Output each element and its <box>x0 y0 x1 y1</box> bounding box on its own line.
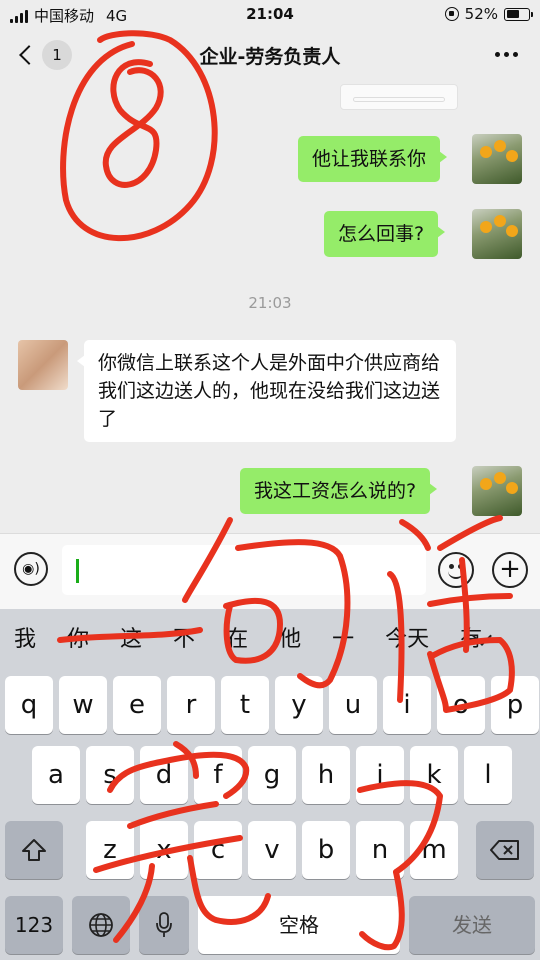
send-key[interactable]: 发送 <box>409 896 535 954</box>
emoji-button[interactable] <box>438 552 474 588</box>
digit-stroke <box>102 59 164 188</box>
backspace-icon <box>490 840 519 860</box>
candidate-word[interactable]: 今天 <box>385 621 429 653</box>
key-o[interactable]: o <box>437 676 485 734</box>
candidate-word[interactable]: 在 <box>226 621 248 653</box>
my-avatar[interactable] <box>472 209 522 259</box>
candidate-word[interactable]: 这 <box>120 621 142 653</box>
key-t[interactable]: t <box>221 676 269 734</box>
candidate-word[interactable]: 一 <box>332 621 354 653</box>
key-a[interactable]: a <box>32 746 80 804</box>
key-f[interactable]: f <box>194 746 242 804</box>
input-bar: ◉) + <box>0 533 540 609</box>
more-options-icon[interactable] <box>495 52 518 57</box>
key-j[interactable]: j <box>356 746 404 804</box>
space-key[interactable]: 空格 <box>198 896 400 954</box>
key-i[interactable]: i <box>383 676 431 734</box>
key-u[interactable]: u <box>329 676 377 734</box>
shift-arrow-icon <box>22 839 46 861</box>
message-bubble-sent[interactable]: 怎么回事? <box>324 211 446 257</box>
keyboard: 我 你 这 不 在 他 一 今天 有 q w e r t y u i o p a… <box>0 609 540 960</box>
dictation-key[interactable] <box>139 896 189 954</box>
text-cursor <box>76 559 79 583</box>
numbers-key[interactable]: 123 <box>5 896 63 954</box>
chat-header: 1 企业-劳务负责人 <box>0 30 540 80</box>
shared-card-preview[interactable] <box>340 84 458 110</box>
message-input[interactable] <box>62 545 426 595</box>
key-g[interactable]: g <box>248 746 296 804</box>
more-functions-button[interactable]: + <box>492 552 528 588</box>
candidate-word[interactable]: 他 <box>279 621 301 653</box>
key-l[interactable]: l <box>464 746 512 804</box>
key-z[interactable]: z <box>86 821 134 879</box>
language-key[interactable] <box>72 896 130 954</box>
message-bubble-sent[interactable]: 我这工资怎么说的? <box>240 468 438 514</box>
my-avatar[interactable] <box>472 466 522 516</box>
message-timestamp: 21:03 <box>248 294 292 312</box>
key-m[interactable]: m <box>410 821 458 879</box>
message-bubble-received[interactable]: 你微信上联系这个人是外面中介供应商给我们这边送人的，他现在没给我们这边送了 <box>77 340 456 442</box>
key-n[interactable]: n <box>356 821 404 879</box>
rotation-lock-icon <box>444 7 459 21</box>
candidate-word[interactable]: 不 <box>173 621 195 653</box>
battery-percent: 52% <box>464 5 498 23</box>
my-avatar[interactable] <box>472 134 522 184</box>
candidate-word[interactable]: 我 <box>14 621 36 653</box>
key-c[interactable]: c <box>194 821 242 879</box>
backspace-key[interactable] <box>476 821 534 879</box>
globe-icon <box>89 913 113 937</box>
key-q[interactable]: q <box>5 676 53 734</box>
key-r[interactable]: r <box>167 676 215 734</box>
candidate-word[interactable]: 你 <box>67 621 89 653</box>
key-v[interactable]: v <box>248 821 296 879</box>
battery-icon <box>504 7 533 21</box>
message-bubble-sent[interactable]: 他让我联系你 <box>298 136 448 182</box>
key-w[interactable]: w <box>59 676 107 734</box>
chat-title: 企业-劳务负责人 <box>199 46 341 68</box>
key-p[interactable]: p <box>491 676 539 734</box>
key-h[interactable]: h <box>302 746 350 804</box>
key-s[interactable]: s <box>86 746 134 804</box>
key-b[interactable]: b <box>302 821 350 879</box>
key-y[interactable]: y <box>275 676 323 734</box>
contact-avatar[interactable] <box>18 340 68 390</box>
voice-input-button[interactable]: ◉) <box>14 552 48 586</box>
microphone-icon <box>156 912 172 937</box>
key-k[interactable]: k <box>410 746 458 804</box>
candidate-bar: 我 你 这 不 在 他 一 今天 有 <box>0 609 540 665</box>
status-bar: 中国移动 4G 21:04 52% <box>0 0 540 30</box>
key-d[interactable]: d <box>140 746 188 804</box>
key-e[interactable]: e <box>113 676 161 734</box>
shift-key[interactable] <box>5 821 63 879</box>
key-x[interactable]: x <box>140 821 188 879</box>
